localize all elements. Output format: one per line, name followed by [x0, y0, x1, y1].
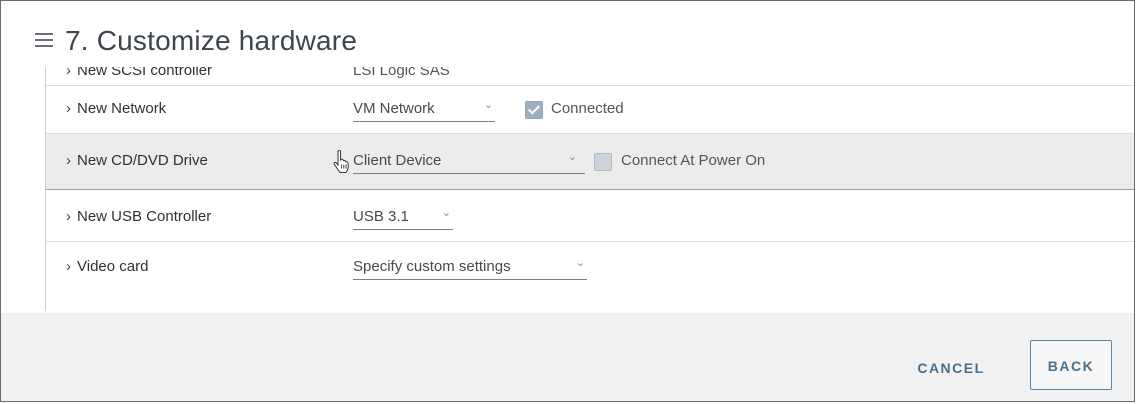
hardware-row-usb[interactable]: › New USB Controller USB 3.1 ⌄	[46, 190, 1134, 242]
hand-cursor-icon	[333, 150, 349, 173]
video-card-settings-select[interactable]: Specify custom settings ⌄	[353, 255, 587, 280]
back-button[interactable]: BACK	[1030, 340, 1112, 390]
cd-dvd-source-select[interactable]: Client Device ⌄	[353, 149, 585, 174]
hardware-row-video-card[interactable]: › Video card Specify custom settings ⌄	[46, 242, 1134, 290]
cancel-button[interactable]: CANCEL	[906, 353, 996, 383]
wizard-frame: › New SCSI controller LSI Logic SAS › New …	[0, 0, 1135, 402]
connected-label: Connected	[551, 100, 624, 117]
usb-version-select[interactable]: USB 3.1 ⌄	[353, 205, 453, 230]
connect-at-power-on-checkbox[interactable]	[594, 153, 612, 171]
chevron-down-icon: ⌄	[567, 151, 577, 163]
hardware-list: › New SCSI controller LSI Logic SAS › New …	[45, 59, 1134, 311]
row-label: › New CD/DVD Drive	[66, 152, 208, 169]
connect-at-power-on-label: Connect At Power On	[621, 152, 766, 169]
connected-checkbox[interactable]	[525, 101, 543, 119]
chevron-right-icon: ›	[66, 152, 71, 169]
hamburger-menu-icon[interactable]	[35, 33, 53, 47]
row-label: › New USB Controller	[66, 208, 212, 225]
page-title: 7. Customize hardware	[65, 25, 358, 56]
network-select[interactable]: VM Network ⌄	[353, 97, 495, 122]
hardware-row-cd-dvd[interactable]: › New CD/DVD Drive Client Device ⌄ Connec…	[46, 134, 1134, 190]
row-label: › Video card	[66, 258, 149, 275]
chevron-down-icon: ⌄	[441, 207, 451, 219]
chevron-right-icon: ›	[66, 258, 71, 275]
chevron-down-icon: ⌄	[483, 99, 493, 111]
row-label: › New Network	[66, 100, 167, 117]
chevron-right-icon: ›	[66, 100, 71, 117]
hardware-row-network[interactable]: › New Network VM Network ⌄ Connected	[46, 86, 1134, 134]
wizard-header: 7. Customize hardware	[1, 1, 1134, 67]
wizard-footer: CANCEL BACK	[1, 313, 1134, 401]
chevron-down-icon: ⌄	[575, 257, 585, 269]
chevron-right-icon: ›	[66, 208, 71, 225]
